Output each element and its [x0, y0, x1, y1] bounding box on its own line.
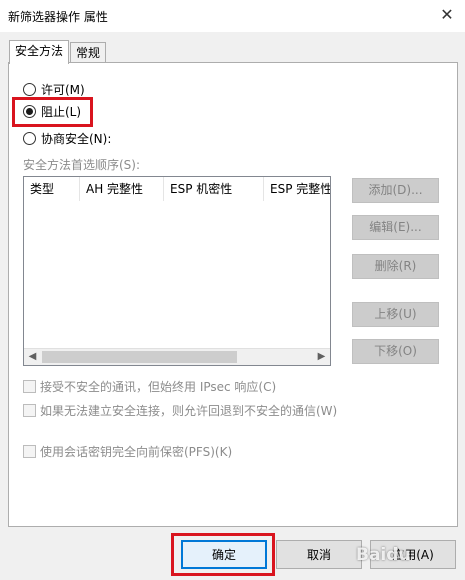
close-icon[interactable]: ✕ — [436, 5, 458, 25]
move-down-button[interactable]: 下移(O) — [352, 339, 439, 364]
radio-negotiate[interactable]: 协商安全(N): — [23, 130, 111, 147]
cancel-button[interactable]: 取消 — [276, 540, 362, 569]
checkbox-accept-unsecured-label: 接受不安全的通讯，但始终用 IPsec 响应(C) — [40, 380, 277, 394]
highlight-box-block — [12, 97, 93, 127]
checkbox-allow-fallback-label: 如果无法建立安全连接，则允许回退到不安全的通信(W) — [40, 404, 338, 418]
radio-permit-label: 许可(M) — [41, 83, 85, 97]
remove-button[interactable]: 删除(R) — [352, 254, 439, 279]
security-methods-list[interactable]: 类型 AH 完整性 ESP 机密性 ESP 完整性 ◀ ▶ — [23, 176, 331, 366]
watermark-logo: Baidu — [356, 545, 411, 565]
horizontal-scrollbar[interactable]: ◀ ▶ — [24, 348, 330, 365]
column-header-esp-integrity[interactable]: ESP 完整性 — [264, 177, 330, 201]
radio-permit[interactable]: 许可(M) — [23, 81, 85, 98]
move-up-button[interactable]: 上移(U) — [352, 302, 439, 327]
checkbox-allow-fallback[interactable]: 如果无法建立安全连接，则允许回退到不安全的通信(W) — [23, 402, 337, 419]
checkbox-pfs-label: 使用会话密钥完全向前保密(PFS)(K) — [40, 445, 233, 459]
column-header-esp-confidentiality[interactable]: ESP 机密性 — [164, 177, 264, 201]
list-header: 类型 AH 完整性 ESP 机密性 ESP 完整性 — [24, 177, 330, 201]
highlight-box-ok — [171, 533, 275, 576]
checkbox-icon — [23, 445, 36, 458]
edit-button[interactable]: 编辑(E)... — [352, 215, 439, 240]
column-header-ah-integrity[interactable]: AH 完整性 — [80, 177, 164, 201]
tab-security-methods[interactable]: 安全方法 — [9, 40, 70, 64]
checkbox-accept-unsecured[interactable]: 接受不安全的通讯，但始终用 IPsec 响应(C) — [23, 378, 276, 395]
window-title: 新筛选器操作 属性 — [8, 10, 108, 24]
radio-button-icon — [23, 83, 36, 96]
radio-button-icon — [23, 132, 36, 145]
column-header-type[interactable]: 类型 — [24, 177, 80, 201]
scroll-left-icon[interactable]: ◀ — [24, 349, 41, 365]
scroll-thumb[interactable] — [42, 351, 237, 363]
scroll-right-icon[interactable]: ▶ — [313, 349, 330, 365]
checkbox-pfs[interactable]: 使用会话密钥完全向前保密(PFS)(K) — [23, 443, 232, 460]
methods-list-label: 安全方法首选顺序(S): — [23, 158, 141, 172]
checkbox-icon — [23, 380, 36, 393]
tab-general[interactable]: 常规 — [70, 42, 107, 64]
checkbox-icon — [23, 404, 36, 417]
title-bar: 新筛选器操作 属性 ✕ — [0, 0, 465, 32]
add-button[interactable]: 添加(D)... — [352, 178, 439, 203]
radio-negotiate-label: 协商安全(N): — [41, 132, 112, 146]
